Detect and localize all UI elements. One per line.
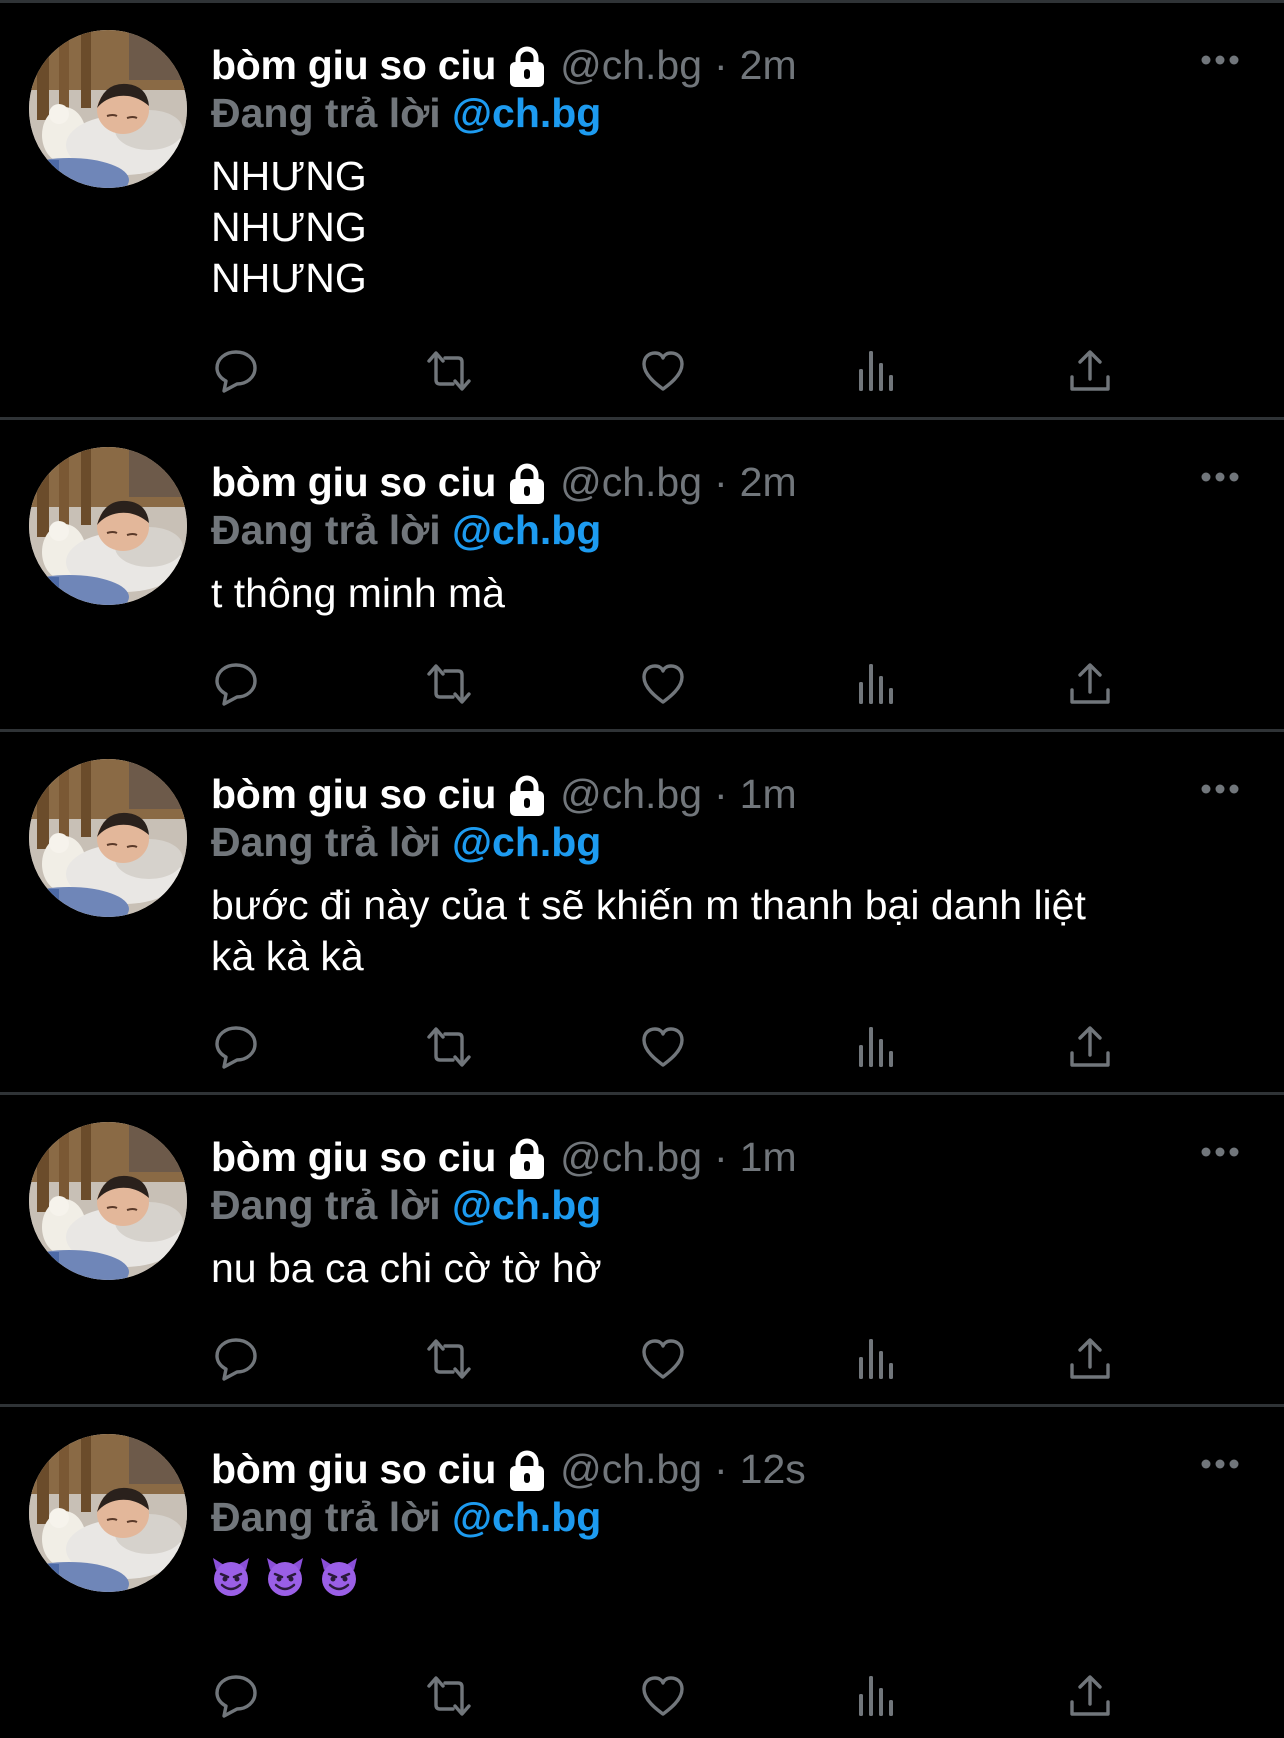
tweet-text: t thông minh mà (211, 570, 505, 616)
views-icon[interactable] (852, 1672, 900, 1720)
views-icon[interactable] (852, 1335, 900, 1383)
reply-icon[interactable] (212, 1672, 260, 1720)
tweet-2[interactable]: bòm giu so ciu @ch.bg · 2m Đang trả lời … (0, 420, 1284, 732)
timestamp[interactable]: 2m (740, 35, 797, 95)
separator-dot: · (714, 42, 728, 88)
avatar[interactable] (29, 1122, 187, 1280)
avatar[interactable] (29, 447, 187, 605)
more-options-icon[interactable] (1200, 782, 1240, 794)
tweet-text: NHƯNG NHƯNG NHƯNG (211, 153, 367, 301)
like-icon[interactable] (639, 660, 687, 708)
lock-icon (508, 773, 546, 816)
retweet-icon[interactable] (425, 1672, 473, 1720)
action-bar (212, 1672, 1132, 1720)
reply-icon[interactable] (212, 660, 260, 708)
share-icon[interactable] (1066, 1335, 1114, 1383)
reply-to-handle-link[interactable]: @ch.bg (452, 507, 601, 553)
like-icon[interactable] (639, 1335, 687, 1383)
more-options-icon[interactable] (1200, 470, 1240, 482)
retweet-icon[interactable] (425, 1023, 473, 1071)
reply-icon[interactable] (212, 1335, 260, 1383)
separator-dot: · (714, 459, 728, 505)
replying-to: Đang trả lời @ch.bg (211, 85, 601, 141)
avatar[interactable] (29, 759, 187, 917)
tweet-emoji-row (211, 1557, 359, 1602)
avatar[interactable] (29, 30, 187, 188)
smiling-imp-emoji (265, 1557, 305, 1602)
tweet-3[interactable]: bòm giu so ciu @ch.bg · 1m Đang trả lời … (0, 732, 1284, 1095)
action-bar (212, 1023, 1132, 1071)
reply-to-handle-link[interactable]: @ch.bg (452, 1182, 601, 1228)
lock-icon (508, 1448, 546, 1491)
reply-icon[interactable] (212, 347, 260, 395)
views-icon[interactable] (852, 660, 900, 708)
like-icon[interactable] (639, 1672, 687, 1720)
tweet-1[interactable]: bòm giu so ciu @ch.bg · 2m Đang trả lời … (0, 3, 1284, 420)
reply-prefix: Đang trả lời (211, 1182, 441, 1228)
lock-icon (508, 1136, 546, 1179)
replying-to: Đang trả lời @ch.bg (211, 502, 601, 558)
more-options-icon[interactable] (1200, 1457, 1240, 1469)
separator-dot: · (714, 1446, 728, 1492)
reply-to-handle-link[interactable]: @ch.bg (452, 819, 601, 865)
tweet-5[interactable]: bòm giu so ciu @ch.bg · 12s Đang trả lời… (0, 1407, 1284, 1738)
avatar-photo (29, 30, 187, 188)
reply-to-handle-link[interactable]: @ch.bg (452, 90, 601, 136)
views-icon[interactable] (852, 1023, 900, 1071)
smiling-imp-emoji (211, 1557, 251, 1602)
share-icon[interactable] (1066, 660, 1114, 708)
timestamp[interactable]: 2m (740, 452, 797, 512)
timestamp[interactable]: 1m (740, 1127, 797, 1187)
lock-icon (508, 461, 546, 504)
reply-icon[interactable] (212, 1023, 260, 1071)
share-icon[interactable] (1066, 1672, 1114, 1720)
retweet-icon[interactable] (425, 660, 473, 708)
action-bar (212, 660, 1132, 708)
more-options-icon[interactable] (1200, 1145, 1240, 1157)
reply-prefix: Đang trả lời (211, 507, 441, 553)
separator-dot: · (714, 1134, 728, 1180)
replying-to: Đang trả lời @ch.bg (211, 814, 601, 870)
tweet-4[interactable]: bòm giu so ciu @ch.bg · 1m Đang trả lời … (0, 1095, 1284, 1407)
avatar-photo (29, 1434, 187, 1592)
like-icon[interactable] (639, 1023, 687, 1071)
lock-icon (508, 44, 546, 87)
smiling-imp-emoji (319, 1557, 359, 1602)
avatar-photo (29, 447, 187, 605)
share-icon[interactable] (1066, 347, 1114, 395)
reply-prefix: Đang trả lời (211, 819, 441, 865)
timestamp[interactable]: 1m (740, 764, 797, 824)
retweet-icon[interactable] (425, 1335, 473, 1383)
reply-prefix: Đang trả lời (211, 1494, 441, 1540)
avatar-photo (29, 759, 187, 917)
tweet-text: bước đi này của t sẽ khiến m thanh bại d… (211, 882, 1086, 979)
replying-to: Đang trả lời @ch.bg (211, 1489, 601, 1545)
tweet-text: nu ba ca chi cờ tờ hờ (211, 1245, 602, 1291)
reply-prefix: Đang trả lời (211, 90, 441, 136)
replying-to: Đang trả lời @ch.bg (211, 1177, 601, 1233)
more-options-icon[interactable] (1200, 53, 1240, 65)
like-icon[interactable] (639, 347, 687, 395)
retweet-icon[interactable] (425, 347, 473, 395)
timestamp[interactable]: 12s (740, 1439, 806, 1499)
action-bar (212, 347, 1132, 395)
views-icon[interactable] (852, 347, 900, 395)
separator-dot: · (714, 771, 728, 817)
avatar[interactable] (29, 1434, 187, 1592)
action-bar (212, 1335, 1132, 1383)
reply-to-handle-link[interactable]: @ch.bg (452, 1494, 601, 1540)
share-icon[interactable] (1066, 1023, 1114, 1071)
avatar-photo (29, 1122, 187, 1280)
